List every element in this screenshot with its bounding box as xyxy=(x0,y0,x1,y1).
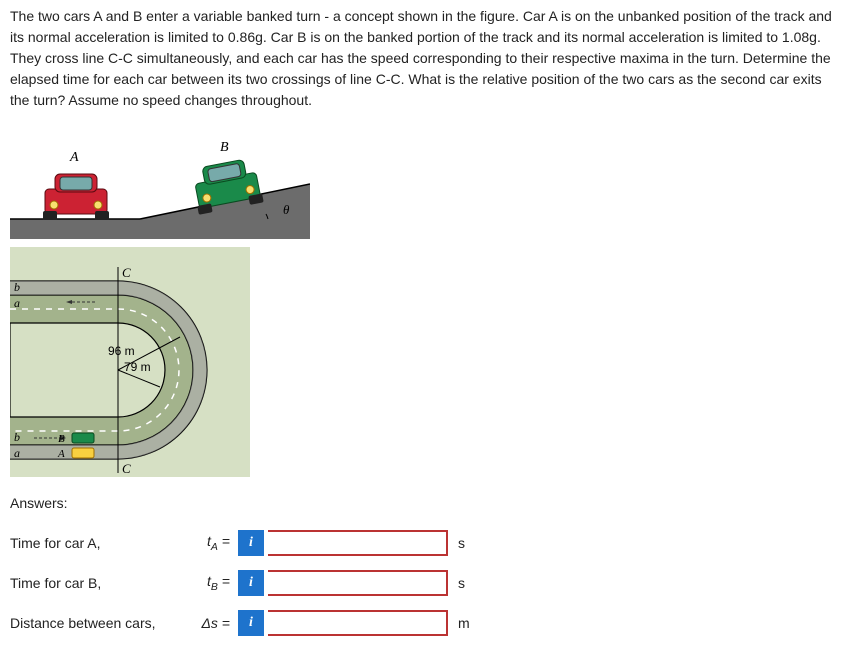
bank-angle-label: θ xyxy=(283,202,290,217)
car-b-top-icon xyxy=(72,433,94,443)
symbol-ta: tA = xyxy=(190,533,238,553)
label-ds: Distance between cars, xyxy=(10,615,190,631)
car-b-label: B xyxy=(220,140,229,155)
lane-b-bottom: b xyxy=(14,430,20,444)
lane-b-top: b xyxy=(14,280,20,294)
radius-outer-label: 96 m xyxy=(108,344,135,358)
info-button-ta[interactable]: i xyxy=(238,530,264,556)
unit-tb: s xyxy=(458,575,478,591)
car-a-label: A xyxy=(69,150,79,165)
answers-heading: Answers: xyxy=(10,495,834,511)
radius-inner-label: 79 m xyxy=(124,360,151,374)
info-button-ds[interactable]: i xyxy=(238,610,264,636)
answer-row-tB: Time for car B, tB = i s xyxy=(10,569,834,597)
answer-row-tA: Time for car A, tA = i s xyxy=(10,529,834,557)
car-a-tag: A xyxy=(57,448,65,460)
cars-figure: θ A B xyxy=(10,129,310,239)
info-button-tb[interactable]: i xyxy=(238,570,264,596)
label-ta: Time for car A, xyxy=(10,535,190,551)
input-ds[interactable] xyxy=(268,610,448,636)
label-tb: Time for car B, xyxy=(10,575,190,591)
input-ta[interactable] xyxy=(268,530,448,556)
c-label-bottom: C xyxy=(122,461,131,476)
problem-statement: The two cars A and B enter a variable ba… xyxy=(10,6,834,111)
car-a-top-icon xyxy=(72,448,94,458)
track-figure: C C b a b a A B 96 m 79 m xyxy=(10,247,250,477)
lane-a-bottom: a xyxy=(14,446,20,460)
car-b-tag: B xyxy=(58,433,65,445)
c-label-top: C xyxy=(122,265,131,280)
symbol-ds: Δs = xyxy=(190,615,238,631)
input-tb[interactable] xyxy=(268,570,448,596)
unit-ta: s xyxy=(458,535,478,551)
lane-a-top: a xyxy=(14,296,20,310)
car-a-icon xyxy=(43,174,109,220)
unit-ds: m xyxy=(458,615,478,631)
figure-container: θ A B xyxy=(10,129,834,477)
symbol-tb: tB = xyxy=(190,573,238,593)
answer-row-ds: Distance between cars, Δs = i m xyxy=(10,609,834,637)
